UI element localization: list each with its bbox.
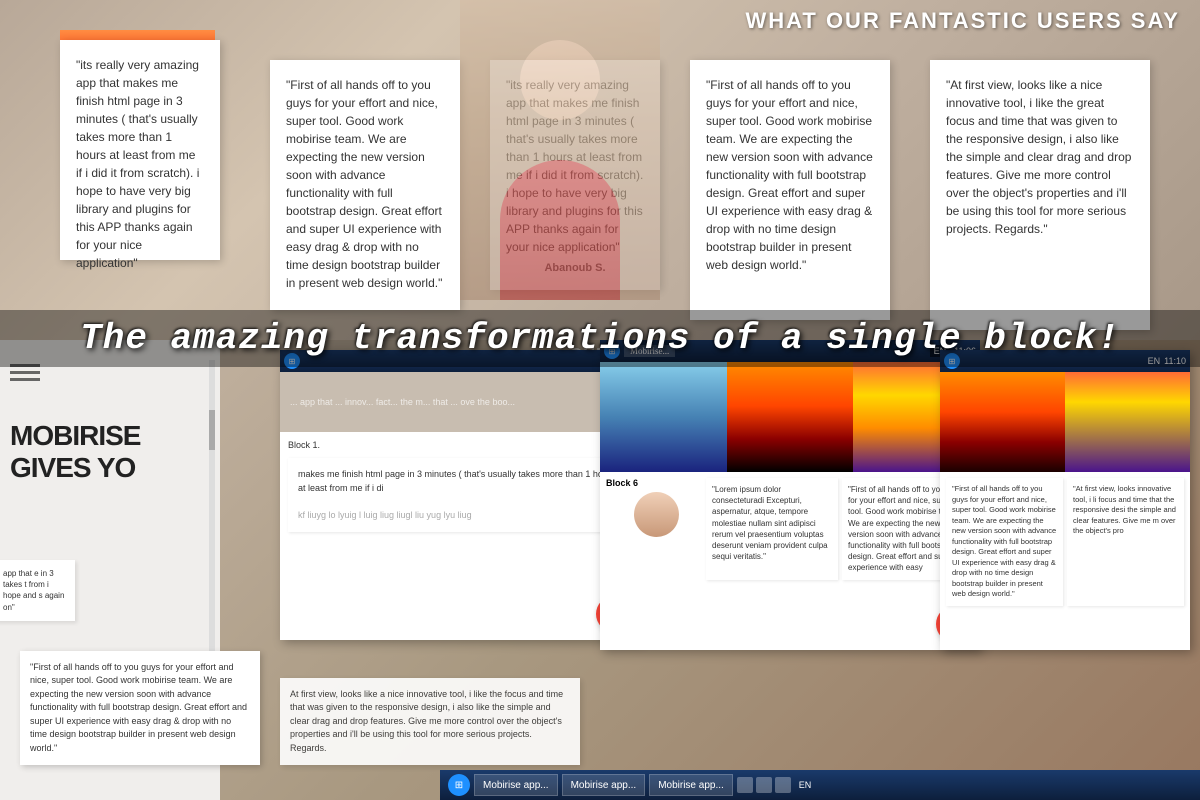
- testimonial-text-4: "First of all hands off to you guys for …: [706, 78, 873, 272]
- panel3-cards: "First of all hands off to you guys for …: [940, 472, 1190, 612]
- partial-card-text: app that e in 3 takes t from i hope and …: [3, 569, 64, 612]
- panel3-img1: [940, 372, 1065, 472]
- portrait-body: [500, 160, 620, 300]
- bottom-section: MOBIRISE GIVES YO app that e in 3 takes …: [0, 340, 1200, 800]
- panel2-cards-row: "Lorem ipsum dolor consecteturadi Except…: [706, 478, 974, 580]
- big-title: The amazing transformations of a single …: [0, 310, 1200, 367]
- taskbar-lang: EN: [799, 780, 812, 790]
- taskbar-icon-2: [756, 777, 772, 793]
- taskbar-app-1[interactable]: Mobirise app...: [474, 774, 558, 796]
- bottom-center-card: At first view, looks like a nice innovat…: [280, 678, 580, 766]
- start-icon: ⊞: [455, 780, 463, 791]
- taskbar-app-3[interactable]: Mobirise app...: [649, 774, 733, 796]
- panel1-content: Block 1. makes me finish html page in 3 …: [280, 432, 640, 548]
- testimonial-text-5: "At first view, looks like a nice innova…: [946, 78, 1131, 236]
- testimonial-card-4: "First of all hands off to you guys for …: [690, 60, 890, 320]
- panel2-sky-img: [600, 362, 727, 472]
- panel1-inner-card: makes me finish html page in 3 minutes (…: [288, 458, 632, 532]
- partial-card-left: app that e in 3 takes t from i hope and …: [0, 560, 75, 621]
- testimonial-text-2: "First of all hands off to you guys for …: [286, 78, 442, 290]
- mobirise-text: MOBIRISE GIVES YO: [10, 420, 220, 484]
- scrollbar-thumb: [209, 410, 215, 450]
- screenshot-panel-1: ⊞ 11:05 ... app that ... innov... fact..…: [280, 350, 640, 640]
- bottom-cards-area: OUR FANTASTIC USERS SAY Shape your futur…: [220, 340, 1200, 800]
- panel1-extra-text: kf liuyg lo lyuig l luig liug liugl liu …: [298, 510, 472, 520]
- panel2-block-label: Block 6: [606, 478, 706, 488]
- taskbar-system-icons: [737, 777, 791, 793]
- panel3-images-row: [940, 372, 1190, 472]
- taskbar-icon-1: [737, 777, 753, 793]
- bottom-left-testimonial-card: "First of all hands off to you guys for …: [20, 651, 260, 766]
- panel3-left-text: "First of all hands off to you guys for …: [952, 484, 1056, 598]
- panel2-sunset-img: [727, 362, 854, 472]
- testimonial-card-5: "At first view, looks like a nice innova…: [930, 60, 1150, 330]
- panel1-header-text: ... app that ... innov... fact... the m.…: [290, 397, 515, 407]
- taskbar-icon-3: [775, 777, 791, 793]
- panel3-card-right: "At first view, looks innovative tool, i…: [1067, 478, 1184, 606]
- top-section: WHAT OUR FANTASTIC USERS SAY "its really…: [0, 0, 1200, 340]
- panel2-left-card: "Lorem ipsum dolor consecteturadi Except…: [706, 478, 838, 580]
- top-portrait: [460, 0, 660, 300]
- bottom-left-card-text: "First of all hands off to you guys for …: [30, 662, 247, 753]
- panel3-right-text: "At first view, looks innovative tool, i…: [1073, 484, 1176, 535]
- top-header: WHAT OUR FANTASTIC USERS SAY: [745, 8, 1180, 34]
- portrait-head: [520, 40, 600, 120]
- panel2-block-area: Block 6: [606, 478, 706, 580]
- panel3-card-left: "First of all hands off to you guys for …: [946, 478, 1063, 606]
- screenshot-panel-3: ⊞ EN 11:10 "First of all hands off to yo…: [940, 350, 1190, 650]
- bottom-center-text: At first view, looks like a nice innovat…: [290, 689, 563, 753]
- panel2-images-row: [600, 362, 980, 472]
- main-taskbar: ⊞ Mobirise app... Mobirise app... Mobiri…: [440, 770, 1200, 800]
- panel1-inner-text: makes me finish html page in 3 minutes (…: [298, 469, 615, 493]
- panel2-left-text: "Lorem ipsum dolor consecteturadi Except…: [712, 485, 828, 561]
- testimonial-card-2: "First of all hands off to you guys for …: [270, 60, 460, 310]
- screenshot-panel-2: ⊞ Mobirise... EN 11:06 Block 6: [600, 340, 980, 650]
- panel2-avatar-face: [634, 492, 679, 537]
- panel2-avatar: [634, 492, 679, 537]
- panel2-content: Block 6 "Lorem ipsum dolor consecteturad…: [600, 472, 980, 586]
- testimonial-text-1: "its really very amazing app that makes …: [76, 58, 199, 270]
- taskbar-app-2[interactable]: Mobirise app...: [562, 774, 646, 796]
- testimonial-card-1: "its really very amazing app that makes …: [60, 40, 220, 260]
- panel1-block-label: Block 1.: [288, 440, 632, 450]
- taskbar-start-button[interactable]: ⊞: [448, 774, 470, 796]
- panel3-img2: [1065, 372, 1190, 472]
- panel1-header-area: ... app that ... innov... fact... the m.…: [280, 372, 640, 432]
